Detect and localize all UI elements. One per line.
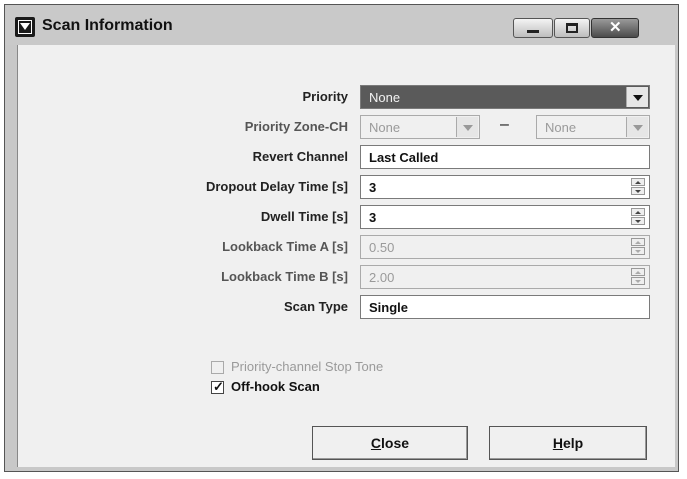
dwell-time-value: 3 [369, 210, 377, 225]
priority-stop-tone-label: Priority-channel Stop Tone [231, 359, 384, 374]
revert-channel-field[interactable]: Last Called [360, 145, 650, 169]
spin-arrows-icon[interactable] [631, 208, 647, 226]
revert-channel-label: Revert Channel [252, 149, 348, 164]
close-label-rest: lose [381, 435, 410, 451]
priority-combobox[interactable]: None [360, 85, 650, 109]
scan-type-label: Scan Type [283, 299, 348, 314]
spin-arrows-icon[interactable] [631, 238, 647, 256]
off-hook-scan-checkbox[interactable]: ✓ [211, 379, 224, 394]
priority-stop-tone-checkbox[interactable] [211, 361, 224, 374]
priority-zone-ch-label: Priority Zone-CH [244, 119, 348, 134]
dialog-body: Priority None Priority Zone-CH None – No… [17, 45, 675, 467]
window-title: Scan Information [42, 17, 173, 34]
help-label-rest: elp [562, 435, 584, 451]
dwell-time-spinner[interactable]: 3 [360, 205, 650, 229]
dropout-delay-value: 3 [369, 180, 377, 195]
lookback-time-a-value: 0.50 [369, 240, 395, 255]
priority-zone-combobox[interactable]: None [360, 115, 480, 139]
close-mnemonic: C [370, 435, 382, 451]
title-bar[interactable]: Scan Information ✕ [5, 5, 678, 45]
dropout-delay-spinner[interactable]: 3 [360, 175, 650, 199]
lookback-time-a-label: Lookback Time A [s] [222, 239, 348, 254]
close-icon: ✕ [609, 19, 622, 36]
dropout-delay-label: Dropout Delay Time [s] [205, 179, 348, 194]
spin-arrows-icon[interactable] [631, 268, 647, 286]
maximize-button[interactable] [554, 18, 590, 38]
lookback-time-b-value: 2.00 [369, 270, 395, 285]
lookback-time-b-spinner[interactable]: 2.00 [360, 265, 650, 289]
maximize-icon [566, 23, 578, 33]
chevron-down-icon[interactable] [456, 117, 478, 137]
revert-channel-value: Last Called [369, 150, 439, 165]
scan-type-field[interactable]: Single [360, 295, 650, 319]
close-window-button[interactable]: ✕ [591, 18, 639, 38]
scan-type-value: Single [369, 300, 409, 315]
window-menu-icon[interactable] [15, 17, 35, 37]
check-icon: ✓ [213, 379, 224, 394]
lookback-time-b-label: Lookback Time B [s] [221, 269, 348, 284]
dwell-time-label: Dwell Time [s] [260, 209, 348, 224]
help-button[interactable]: Help [489, 426, 647, 460]
off-hook-scan-label: Off-hook Scan [231, 379, 320, 394]
chevron-down-icon[interactable] [626, 117, 648, 137]
minimize-icon [527, 30, 539, 33]
priority-channel-value: None [545, 120, 577, 135]
minimize-button[interactable] [513, 18, 553, 38]
help-mnemonic: H [552, 435, 563, 451]
priority-value: None [369, 90, 401, 105]
chevron-down-icon[interactable] [626, 87, 648, 107]
zone-channel-separator: – [500, 116, 509, 133]
spin-arrows-icon[interactable] [631, 178, 647, 196]
lookback-time-a-spinner[interactable]: 0.50 [360, 235, 650, 259]
scan-information-window: Scan Information ✕ Priority None Priorit… [4, 4, 679, 472]
priority-zone-value: None [369, 120, 401, 135]
priority-channel-combobox[interactable]: None [536, 115, 650, 139]
close-button[interactable]: Close [312, 426, 468, 460]
priority-label: Priority [302, 89, 348, 104]
